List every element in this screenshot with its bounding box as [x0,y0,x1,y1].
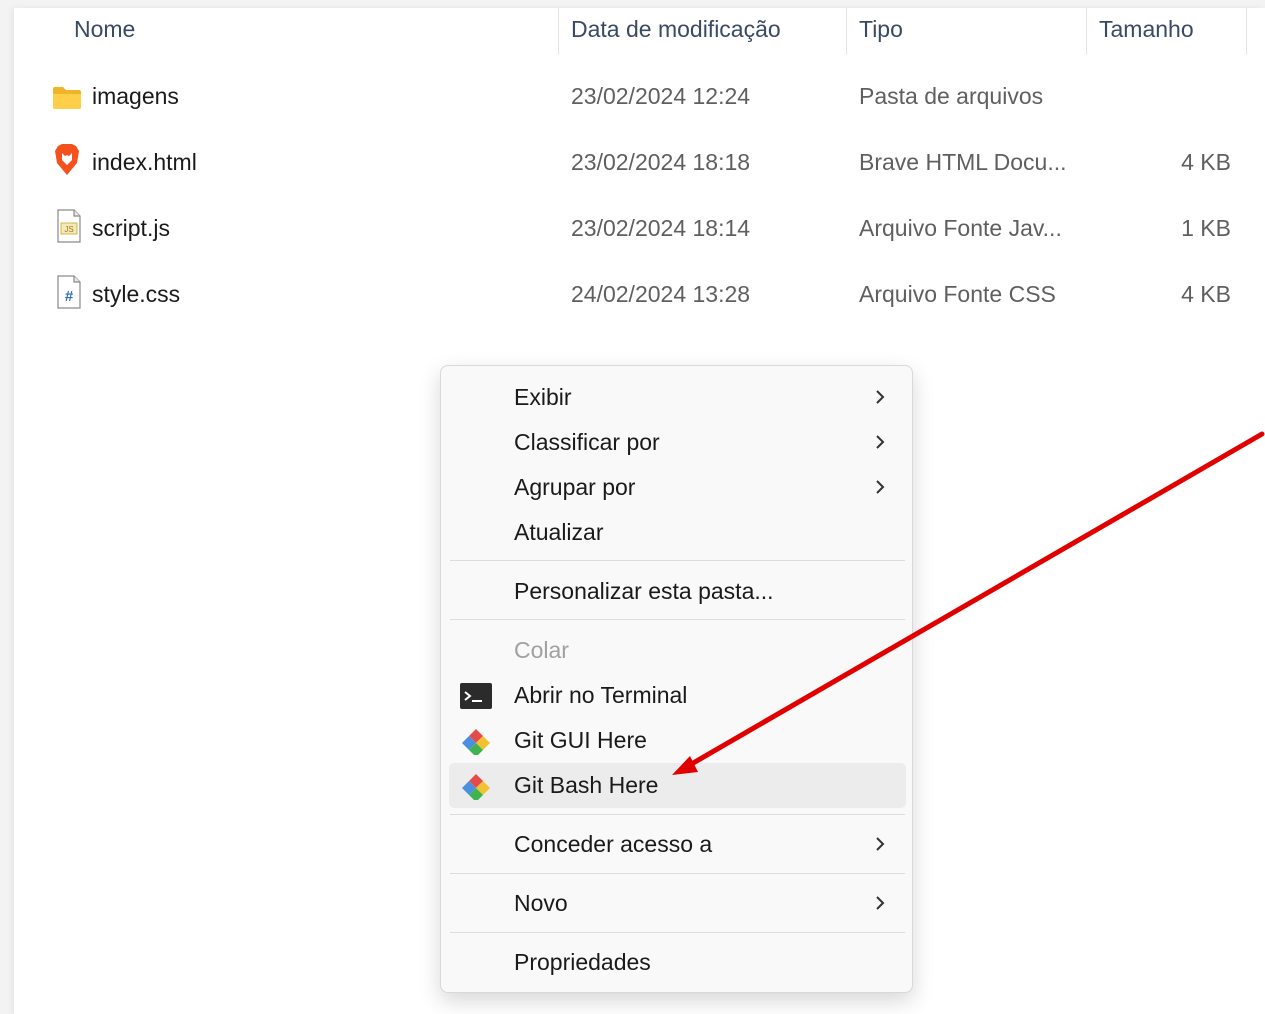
column-name[interactable]: Nome [62,8,558,52]
menu-item-personalizar[interactable]: Personalizar esta pasta... [449,569,906,614]
menu-item-abrir-terminal[interactable]: Abrir no Terminal [449,673,906,718]
file-row[interactable]: index.html 23/02/2024 18:18 Brave HTML D… [14,132,1265,192]
file-row[interactable]: JS script.js 23/02/2024 18:14 Arquivo Fo… [14,198,1265,258]
menu-divider [450,814,905,815]
file-size [1087,66,1231,126]
menu-item-label: Exibir [514,384,572,410]
file-row[interactable]: imagens 23/02/2024 12:24 Pasta de arquiv… [14,66,1265,126]
css-file-icon: # [57,275,81,309]
menu-item-label: Abrir no Terminal [514,682,688,708]
file-name: imagens [92,83,179,109]
chevron-right-icon [876,390,885,404]
menu-item-atualizar[interactable]: Atualizar [449,510,906,555]
folder-icon [53,87,81,109]
menu-item-label: Git Bash Here [514,772,659,798]
menu-item-propriedades[interactable]: Propriedades [449,940,906,985]
column-size[interactable]: Tamanho [1087,8,1247,52]
menu-item-git-gui-here[interactable]: Git GUI Here [449,718,906,763]
menu-item-label: Propriedades [514,949,651,975]
file-row[interactable]: # style.css 24/02/2024 13:28 Arquivo Fon… [14,264,1265,324]
file-type: Arquivo Fonte CSS [859,281,1056,307]
menu-item-git-bash-here[interactable]: Git Bash Here [449,763,906,808]
menu-item-classificar-por[interactable]: Classificar por [449,420,906,465]
file-name: script.js [92,215,170,241]
menu-divider [450,619,905,620]
chevron-right-icon [876,896,885,910]
git-bash-icon [462,774,490,800]
column-date[interactable]: Data de modificação [559,8,847,52]
file-date: 23/02/2024 18:18 [571,149,751,175]
menu-divider [450,560,905,561]
brave-html-icon [55,144,79,175]
context-menu: Exibir Classificar por Agrupar por Atual… [440,365,913,993]
file-size: 1 KB [1181,215,1231,241]
menu-divider [450,873,905,874]
file-type: Brave HTML Docu... [859,149,1067,175]
menu-item-label: Classificar por [514,429,660,455]
menu-item-exibir[interactable]: Exibir [449,375,906,420]
file-date: 24/02/2024 13:28 [571,281,751,307]
file-name: index.html [92,149,197,175]
menu-item-label: Conceder acesso a [514,831,713,857]
menu-item-agrupar-por[interactable]: Agrupar por [449,465,906,510]
menu-divider [450,932,905,933]
git-gui-icon [462,729,490,755]
menu-item-label: Git GUI Here [514,727,647,753]
menu-item-conceder-acesso[interactable]: Conceder acesso a [449,822,906,867]
file-date: 23/02/2024 18:14 [571,215,751,241]
chevron-right-icon [876,480,885,494]
file-type: Pasta de arquivos [859,83,1044,109]
file-name: style.css [92,281,181,307]
file-size: 4 KB [1181,281,1231,307]
menu-item-label: Novo [514,890,568,916]
file-type: Arquivo Fonte Jav... [859,215,1062,241]
svg-text:JS: JS [64,225,73,234]
file-size: 4 KB [1181,149,1231,175]
file-date: 23/02/2024 12:24 [571,83,751,109]
chevron-right-icon [876,435,885,449]
menu-item-label: Colar [514,637,569,663]
svg-text:#: # [65,288,74,305]
column-header: Nome Data de modificação Tipo Tamanho [14,8,1265,54]
terminal-icon [460,683,492,709]
menu-item-colar: Colar [449,628,906,673]
menu-item-label: Agrupar por [514,474,636,500]
menu-item-label: Personalizar esta pasta... [514,578,774,604]
chevron-right-icon [876,837,885,851]
column-divider[interactable] [1246,8,1247,54]
menu-item-novo[interactable]: Novo [449,881,906,926]
menu-item-label: Atualizar [514,519,604,545]
js-file-icon: JS [57,209,81,243]
column-type[interactable]: Tipo [847,8,1087,52]
